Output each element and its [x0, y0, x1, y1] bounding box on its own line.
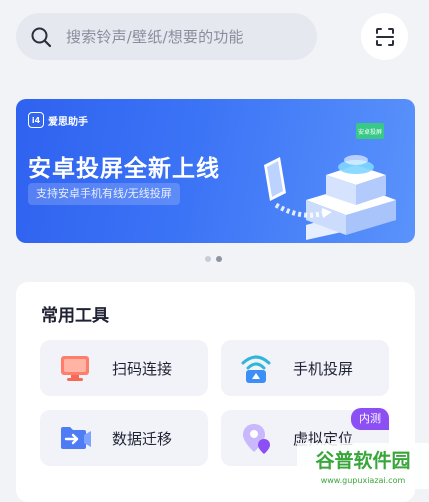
search-bar[interactable]: 搜索铃声/壁纸/想要的功能	[16, 13, 317, 60]
search-icon	[31, 27, 52, 47]
watermark-text: 谷普软件园	[315, 449, 410, 472]
brand-name: 爱思助手	[48, 116, 88, 128]
promo-banner[interactable]: i4 爱思助手 安卓投屏全新上线 支持安卓手机有线/无线投屏 安卓投屏	[16, 99, 415, 243]
folder-transfer-icon	[61, 427, 91, 449]
watermark-url: www.gupuxiazai.com	[321, 476, 406, 485]
location-pin-icon	[243, 424, 270, 454]
banner-sign-text: 安卓投屏	[358, 128, 382, 136]
banner-subline: 支持安卓手机有线/无线投屏	[28, 183, 180, 205]
tool-screen-cast[interactable]: 手机投屏	[221, 340, 389, 396]
banner-brand: i4 爱思助手	[28, 112, 88, 128]
wifi-cast-icon	[241, 355, 271, 383]
carousel-dot[interactable]	[205, 256, 211, 262]
scan-icon	[375, 27, 394, 46]
beta-badge: 内测	[351, 408, 389, 430]
carousel-indicator	[205, 256, 222, 262]
site-watermark: 谷普软件园 www.gupuxiazai.com	[297, 443, 429, 489]
search-placeholder: 搜索铃声/壁纸/想要的功能	[66, 28, 244, 46]
banner-headline: 安卓投屏全新上线	[28, 156, 220, 182]
tool-data-migration[interactable]: 数据迁移	[40, 410, 208, 466]
tool-label: 数据迁移	[112, 429, 173, 448]
tools-title: 常用工具	[41, 306, 109, 326]
brand-logo-icon: i4	[28, 112, 44, 128]
tool-label: 扫码连接	[112, 359, 173, 378]
tool-scan-connect[interactable]: 扫码连接	[40, 340, 208, 396]
carousel-dot-active[interactable]	[216, 256, 222, 262]
scan-button[interactable]	[361, 13, 408, 60]
tool-label: 手机投屏	[293, 359, 354, 378]
projection-illustration-icon: 安卓投屏	[264, 123, 396, 240]
monitor-icon	[61, 356, 89, 381]
